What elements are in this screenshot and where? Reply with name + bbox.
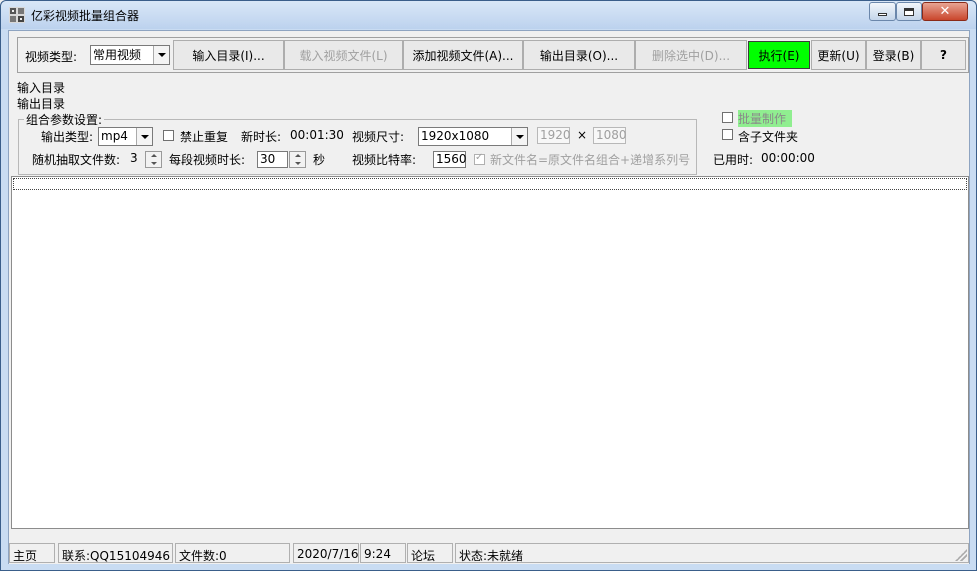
seconds-unit: 秒 <box>313 153 326 167</box>
help-icon: ? <box>940 48 947 62</box>
window-title: 亿彩视频批量组合器 <box>31 9 140 23</box>
close-icon: ✕ <box>939 4 951 19</box>
segment-duration-value: 30 <box>260 152 276 166</box>
maximize-icon <box>904 7 914 16</box>
random-files-value: 3 <box>130 151 138 165</box>
delete-selected-button[interactable]: 删除选中(D)... <box>635 40 747 70</box>
random-files-label: 随机抽取文件数: <box>32 153 121 167</box>
video-size-value: 1920x1080 <box>421 129 490 143</box>
file-list[interactable] <box>11 176 969 529</box>
update-button[interactable]: 更新(U) <box>811 40 866 70</box>
chevron-down-icon <box>153 46 169 64</box>
output-type-value: mp4 <box>101 129 128 143</box>
load-video-button[interactable]: 载入视频文件(L) <box>284 40 403 70</box>
times-sign: × <box>577 128 588 142</box>
minimize-button[interactable] <box>869 2 896 21</box>
elapsed-label: 已用时: <box>713 153 754 167</box>
width-value: 1920 <box>540 128 571 142</box>
segment-duration-input[interactable]: 30 <box>257 151 288 168</box>
chevron-down-icon <box>136 128 152 145</box>
status-date-text: 2020/7/16 <box>297 547 359 561</box>
bitrate-value: 1560 <box>436 152 467 166</box>
batch-label: 批量制作 <box>738 110 793 127</box>
width-input[interactable]: 1920 <box>537 127 571 144</box>
add-video-button-label: 添加视频文件(A)... <box>412 48 514 63</box>
batch-checkbox[interactable] <box>722 112 733 123</box>
output-dir-button[interactable]: 输出目录(O)... <box>523 40 635 70</box>
status-file-count-text: 文件数:0 <box>179 549 227 563</box>
status-contact: 联系:QQ15104946 <box>58 543 173 563</box>
list-header-row <box>13 178 967 190</box>
status-state: 状态:未就绪 <box>455 543 969 563</box>
app-logo-icon <box>9 7 25 23</box>
status-time-text: 9:24 <box>364 547 391 561</box>
bitrate-input[interactable]: 1560 <box>433 151 467 168</box>
status-home-link[interactable]: 主页 <box>9 543 55 563</box>
close-button[interactable]: ✕ <box>922 2 968 21</box>
elapsed-value: 00:00:00 <box>761 151 815 165</box>
video-size-label: 视频尺寸: <box>352 130 405 144</box>
segment-duration-label: 每段视频时长: <box>169 153 246 167</box>
update-button-label: 更新(U) <box>817 48 860 63</box>
app-window: 亿彩视频批量组合器 ✕ 视频类型: 常用视频 输入目录(I)... 载入视频文件… <box>0 0 977 571</box>
filename-option-checkbox[interactable] <box>474 152 485 165</box>
title-bar[interactable]: 亿彩视频批量组合器 ✕ <box>1 1 976 29</box>
new-duration-value: 00:01:30 <box>290 128 344 142</box>
status-forum-text: 论坛 <box>411 549 436 563</box>
video-type-select[interactable]: 常用视频 <box>90 45 170 65</box>
status-time: 9:24 <box>360 543 406 563</box>
output-dir-text: 输出目录 <box>17 97 66 111</box>
status-home-text: 主页 <box>13 549 38 563</box>
delete-selected-button-label: 删除选中(D)... <box>651 48 731 63</box>
segment-duration-spinner[interactable] <box>289 151 306 168</box>
status-bar: 主页 联系:QQ15104946 文件数:0 2020/7/16 9:24 论坛… <box>9 542 969 564</box>
status-contact-text: 联系:QQ15104946 <box>62 549 171 563</box>
bitrate-label: 视频比特率: <box>352 153 417 167</box>
chevron-down-icon <box>511 128 527 145</box>
no-repeat-label: 禁止重复 <box>180 130 229 144</box>
help-button[interactable]: ? <box>921 40 966 70</box>
input-dir-button-label: 输入目录(I)... <box>192 48 265 63</box>
input-dir-button[interactable]: 输入目录(I)... <box>173 40 284 70</box>
filename-option-label: 新文件名=原文件名组合+递增系列号 <box>490 153 691 167</box>
subfolder-checkbox[interactable] <box>722 129 733 140</box>
video-size-select[interactable]: 1920x1080 <box>418 127 528 146</box>
new-duration-label: 新时长: <box>241 130 282 144</box>
no-repeat-checkbox[interactable] <box>163 130 174 141</box>
height-input[interactable]: 1080 <box>593 127 627 144</box>
client-area: 视频类型: 常用视频 输入目录(I)... 载入视频文件(L) 添加视频文件(A… <box>8 30 970 564</box>
status-date: 2020/7/16 <box>293 543 359 563</box>
random-files-spinner[interactable] <box>145 151 162 168</box>
output-type-label: 输出类型: <box>41 130 94 144</box>
settings-group-title: 组合参数设置: <box>24 111 105 128</box>
minimize-icon <box>878 13 887 16</box>
status-forum-link[interactable]: 论坛 <box>407 543 453 563</box>
maximize-button[interactable] <box>896 2 922 21</box>
status-state-text: 状态:未就绪 <box>459 549 524 563</box>
execute-button[interactable]: 执行(E) <box>748 41 810 69</box>
toolbar: 视频类型: 常用视频 输入目录(I)... 载入视频文件(L) 添加视频文件(A… <box>17 37 969 73</box>
add-video-button[interactable]: 添加视频文件(A)... <box>403 40 523 70</box>
input-dir-text: 输入目录 <box>17 81 66 95</box>
height-value: 1080 <box>596 128 627 142</box>
login-button[interactable]: 登录(B) <box>866 40 921 70</box>
login-button-label: 登录(B) <box>872 48 915 63</box>
video-type-value: 常用视频 <box>93 48 142 62</box>
subfolder-label: 含子文件夹 <box>738 130 799 144</box>
resize-grip-icon[interactable] <box>955 549 967 561</box>
output-type-select[interactable]: mp4 <box>98 127 153 146</box>
load-video-button-label: 载入视频文件(L) <box>299 48 388 63</box>
execute-button-label: 执行(E) <box>758 48 800 63</box>
output-dir-button-label: 输出目录(O)... <box>539 48 619 63</box>
video-type-label: 视频类型: <box>25 50 78 64</box>
status-file-count: 文件数:0 <box>175 543 290 563</box>
